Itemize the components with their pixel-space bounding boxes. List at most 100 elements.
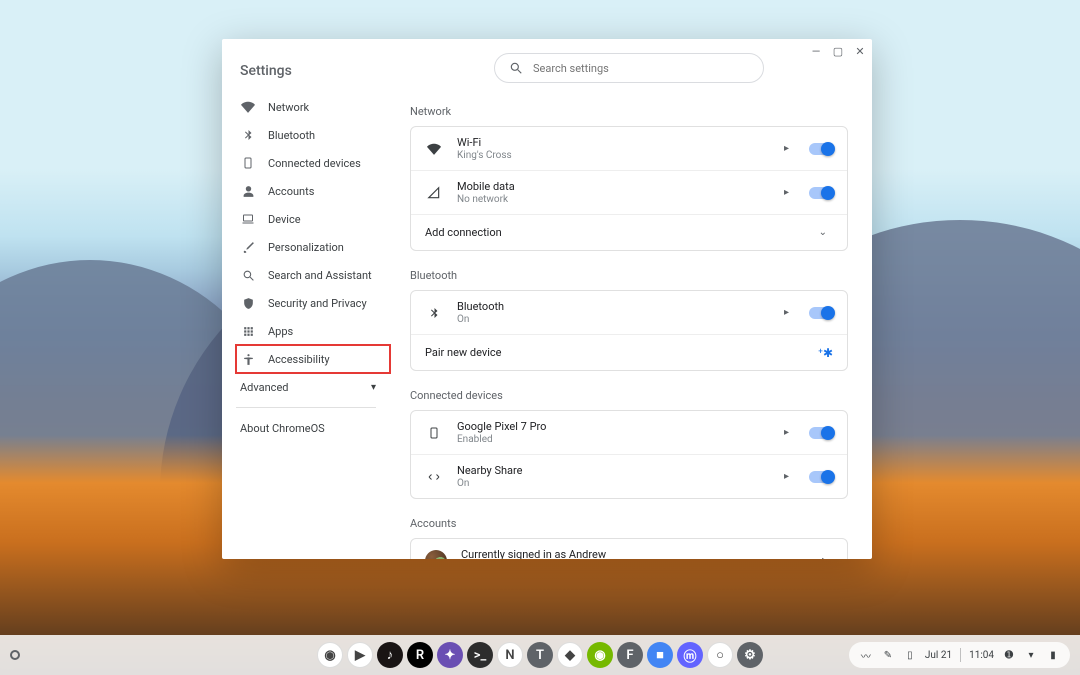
nearby-toggle[interactable]: [809, 471, 833, 483]
chevron-down-icon[interactable]: ⌄: [819, 227, 827, 238]
search-box[interactable]: [494, 53, 764, 83]
section-title-bluetooth: Bluetooth: [410, 269, 848, 282]
sidebar-item-network[interactable]: Network: [236, 93, 390, 121]
shelf-app-notion[interactable]: N: [497, 642, 523, 668]
close-button[interactable]: ✕: [854, 45, 866, 57]
sidebar-item-label: Security and Privacy: [268, 297, 367, 310]
sidebar-item-label: Bluetooth: [268, 129, 315, 142]
shelf-app-blue[interactable]: ■: [647, 642, 673, 668]
bluetooth-icon: [240, 128, 256, 142]
status-time: 11:04: [969, 650, 994, 661]
avatar: [425, 550, 447, 560]
sidebar-item-search-assistant[interactable]: Search and Assistant: [236, 261, 390, 289]
phone-title: Google Pixel 7 Pro: [457, 420, 770, 433]
nearby-share-row[interactable]: Nearby Share On ▸: [411, 454, 847, 498]
wifi-icon: [240, 100, 256, 114]
search-icon: [509, 61, 523, 75]
sidebar-item-security-privacy[interactable]: Security and Privacy: [236, 289, 390, 317]
mobile-title: Mobile data: [457, 180, 770, 193]
notification-icon: ➊: [1002, 650, 1016, 661]
search-icon: [240, 269, 256, 282]
settings-sidebar: Settings Network Bluetooth Connected dev…: [222, 49, 390, 559]
mobile-data-row[interactable]: Mobile data No network ▸: [411, 170, 847, 214]
sidebar-item-label: Network: [268, 101, 309, 114]
shelf-app-purple[interactable]: ✦: [437, 642, 463, 668]
chevron-right-icon[interactable]: ▸: [784, 471, 789, 482]
add-connection-label: Add connection: [425, 226, 805, 239]
mobile-data-icon: [425, 186, 443, 200]
wifi-icon: [425, 142, 443, 156]
shelf-app-chrome[interactable]: ◉: [317, 642, 343, 668]
status-area[interactable]: 〰 ✎ ▯ Jul 21 11:04 ➊ ▾ ▮: [849, 642, 1070, 668]
phone-subtitle: Enabled: [457, 434, 770, 445]
nearby-title: Nearby Share: [457, 464, 770, 477]
shelf-apps: ◉▶♪R✦>_NT◆◉F■ⓜ○⚙: [317, 642, 763, 668]
shelf-app-terminal[interactable]: >_: [467, 642, 493, 668]
chevron-right-icon[interactable]: ▸: [784, 187, 789, 198]
sidebar-item-label: Connected devices: [268, 157, 361, 170]
sidebar-item-accounts[interactable]: Accounts: [236, 177, 390, 205]
chevron-right-icon[interactable]: ▸: [784, 307, 789, 318]
launcher-button[interactable]: [10, 650, 20, 660]
shelf-app-play[interactable]: ▶: [347, 642, 373, 668]
phone-row[interactable]: Google Pixel 7 Pro Enabled ▸: [411, 411, 847, 454]
accounts-card: Currently signed in as Andrew 2 Google A…: [410, 538, 848, 559]
connected-card: Google Pixel 7 Pro Enabled ▸ Nearby Shar…: [410, 410, 848, 499]
sidebar-item-label: Accounts: [268, 185, 314, 198]
sidebar-item-personalization[interactable]: Personalization: [236, 233, 390, 261]
sidebar-item-about[interactable]: About ChromeOS: [236, 414, 390, 435]
shelf-app-settings[interactable]: ⚙: [737, 642, 763, 668]
mobile-toggle[interactable]: [809, 187, 833, 199]
status-separator: [960, 648, 961, 662]
search-input[interactable]: [533, 62, 749, 75]
shelf-app-nvidia[interactable]: ◉: [587, 642, 613, 668]
bluetooth-pair-icon: ⁺✱: [818, 346, 833, 360]
shelf-app-spotify[interactable]: ♪: [377, 642, 403, 668]
laptop-icon: [240, 213, 256, 225]
current-account-row[interactable]: Currently signed in as Andrew 2 Google A…: [411, 539, 847, 559]
sidebar-item-advanced[interactable]: Advanced ▾: [236, 373, 390, 401]
chevron-right-icon[interactable]: ▸: [784, 143, 789, 154]
section-title-connected: Connected devices: [410, 389, 848, 402]
sidebar-item-bluetooth[interactable]: Bluetooth: [236, 121, 390, 149]
add-connection-row[interactable]: Add connection ⌄: [411, 214, 847, 250]
wifi-toggle[interactable]: [809, 143, 833, 155]
chevron-right-icon[interactable]: ▸: [784, 427, 789, 438]
sidebar-item-label: Apps: [268, 325, 293, 338]
shelf-app-t[interactable]: T: [527, 642, 553, 668]
settings-main[interactable]: Network Wi-Fi King's Cross ▸: [390, 49, 872, 559]
apps-icon: [240, 325, 256, 338]
sidebar-item-label: Accessibility: [268, 353, 330, 366]
nearby-subtitle: On: [457, 478, 770, 489]
shelf-app-f[interactable]: F: [617, 642, 643, 668]
shelf: ◉▶♪R✦>_NT◆◉F■ⓜ○⚙ 〰 ✎ ▯ Jul 21 11:04 ➊ ▾ …: [0, 635, 1080, 675]
sidebar-divider: [236, 407, 376, 408]
phone-toggle[interactable]: [809, 427, 833, 439]
minimize-button[interactable]: —: [810, 45, 822, 57]
bluetooth-toggle[interactable]: [809, 307, 833, 319]
sidebar-item-accessibility[interactable]: Accessibility: [236, 345, 390, 373]
chevron-right-icon[interactable]: ▸: [822, 555, 827, 559]
network-card: Wi-Fi King's Cross ▸ Mobile data No netw…: [410, 126, 848, 251]
wifi-status-icon: ▾: [1024, 650, 1038, 661]
wifi-subtitle: King's Cross: [457, 150, 770, 161]
person-icon: [240, 185, 256, 198]
settings-window: — ▢ ✕ Settings Network Bluetooth Connect…: [222, 39, 872, 559]
bluetooth-row[interactable]: Bluetooth On ▸: [411, 291, 847, 334]
sidebar-item-connected-devices[interactable]: Connected devices: [236, 149, 390, 177]
maximize-button[interactable]: ▢: [832, 45, 844, 57]
shelf-app-o[interactable]: ○: [707, 642, 733, 668]
shelf-app-mastodon[interactable]: ⓜ: [677, 642, 703, 668]
sidebar-item-label: Search and Assistant: [268, 269, 372, 282]
chevron-down-icon: ▾: [371, 382, 376, 393]
phone-icon: [425, 425, 443, 441]
shelf-app-files[interactable]: ◆: [557, 642, 583, 668]
sidebar-item-apps[interactable]: Apps: [236, 317, 390, 345]
section-title-accounts: Accounts: [410, 517, 848, 530]
pair-device-row[interactable]: Pair new device ⁺✱: [411, 334, 847, 370]
shelf-app-r[interactable]: R: [407, 642, 433, 668]
pair-device-label: Pair new device: [425, 346, 804, 359]
sidebar-item-device[interactable]: Device: [236, 205, 390, 233]
mobile-subtitle: No network: [457, 194, 770, 205]
wifi-row[interactable]: Wi-Fi King's Cross ▸: [411, 127, 847, 170]
